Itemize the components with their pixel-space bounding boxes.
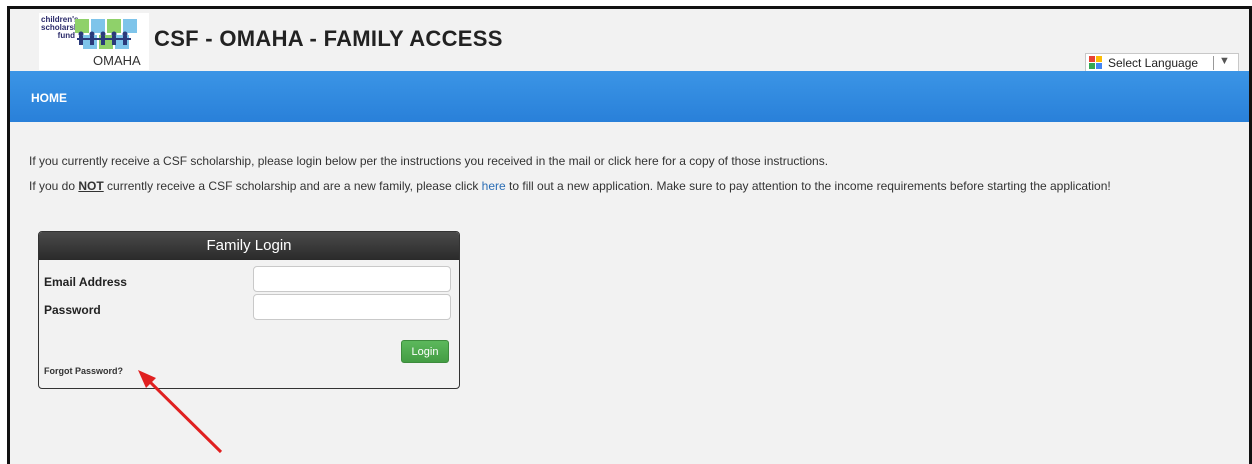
password-label: Password	[44, 303, 101, 317]
forgot-password-link[interactable]: Forgot Password?	[44, 366, 123, 376]
password-field[interactable]	[253, 294, 451, 320]
language-selector[interactable]: Select Language ▼	[1085, 53, 1239, 72]
nav-home-link[interactable]: HOME	[31, 91, 67, 105]
info-text-pre: If you do	[29, 179, 79, 193]
info-text-post: to fill out a new application. Make sure…	[505, 179, 1111, 193]
language-divider	[1213, 56, 1214, 70]
info-line-new-family: If you do NOT currently receive a CSF sc…	[29, 179, 1111, 193]
info-text-not: NOT	[78, 179, 104, 193]
logo-text: children's scholarship fund	[41, 15, 86, 40]
new-application-link[interactable]: here	[482, 179, 506, 193]
main-navbar: HOME	[10, 71, 1249, 122]
language-label: Select Language	[1108, 56, 1199, 70]
dropdown-arrow-icon: ▼	[1219, 55, 1230, 67]
site-header: children's scholarship fund OMAHA CSF - …	[10, 9, 1249, 72]
email-field[interactable]	[253, 266, 451, 292]
logo-children-figures-icon	[75, 19, 137, 49]
browser-page: children's scholarship fund OMAHA CSF - …	[7, 6, 1252, 464]
logo-city: OMAHA	[93, 53, 141, 68]
login-button[interactable]: Login	[401, 340, 449, 363]
email-label: Email Address	[44, 275, 127, 289]
google-translate-icon	[1089, 56, 1102, 69]
info-text-mid: currently receive a CSF scholarship and …	[103, 179, 482, 193]
login-panel-title: Family Login	[39, 232, 459, 260]
family-login-panel: Family Login Email Address Password Logi…	[38, 231, 460, 389]
csf-logo[interactable]: children's scholarship fund OMAHA	[39, 13, 149, 70]
info-line-existing: If you currently receive a CSF scholarsh…	[29, 154, 829, 168]
site-title: CSF - OMAHA - FAMILY ACCESS	[154, 26, 503, 51]
